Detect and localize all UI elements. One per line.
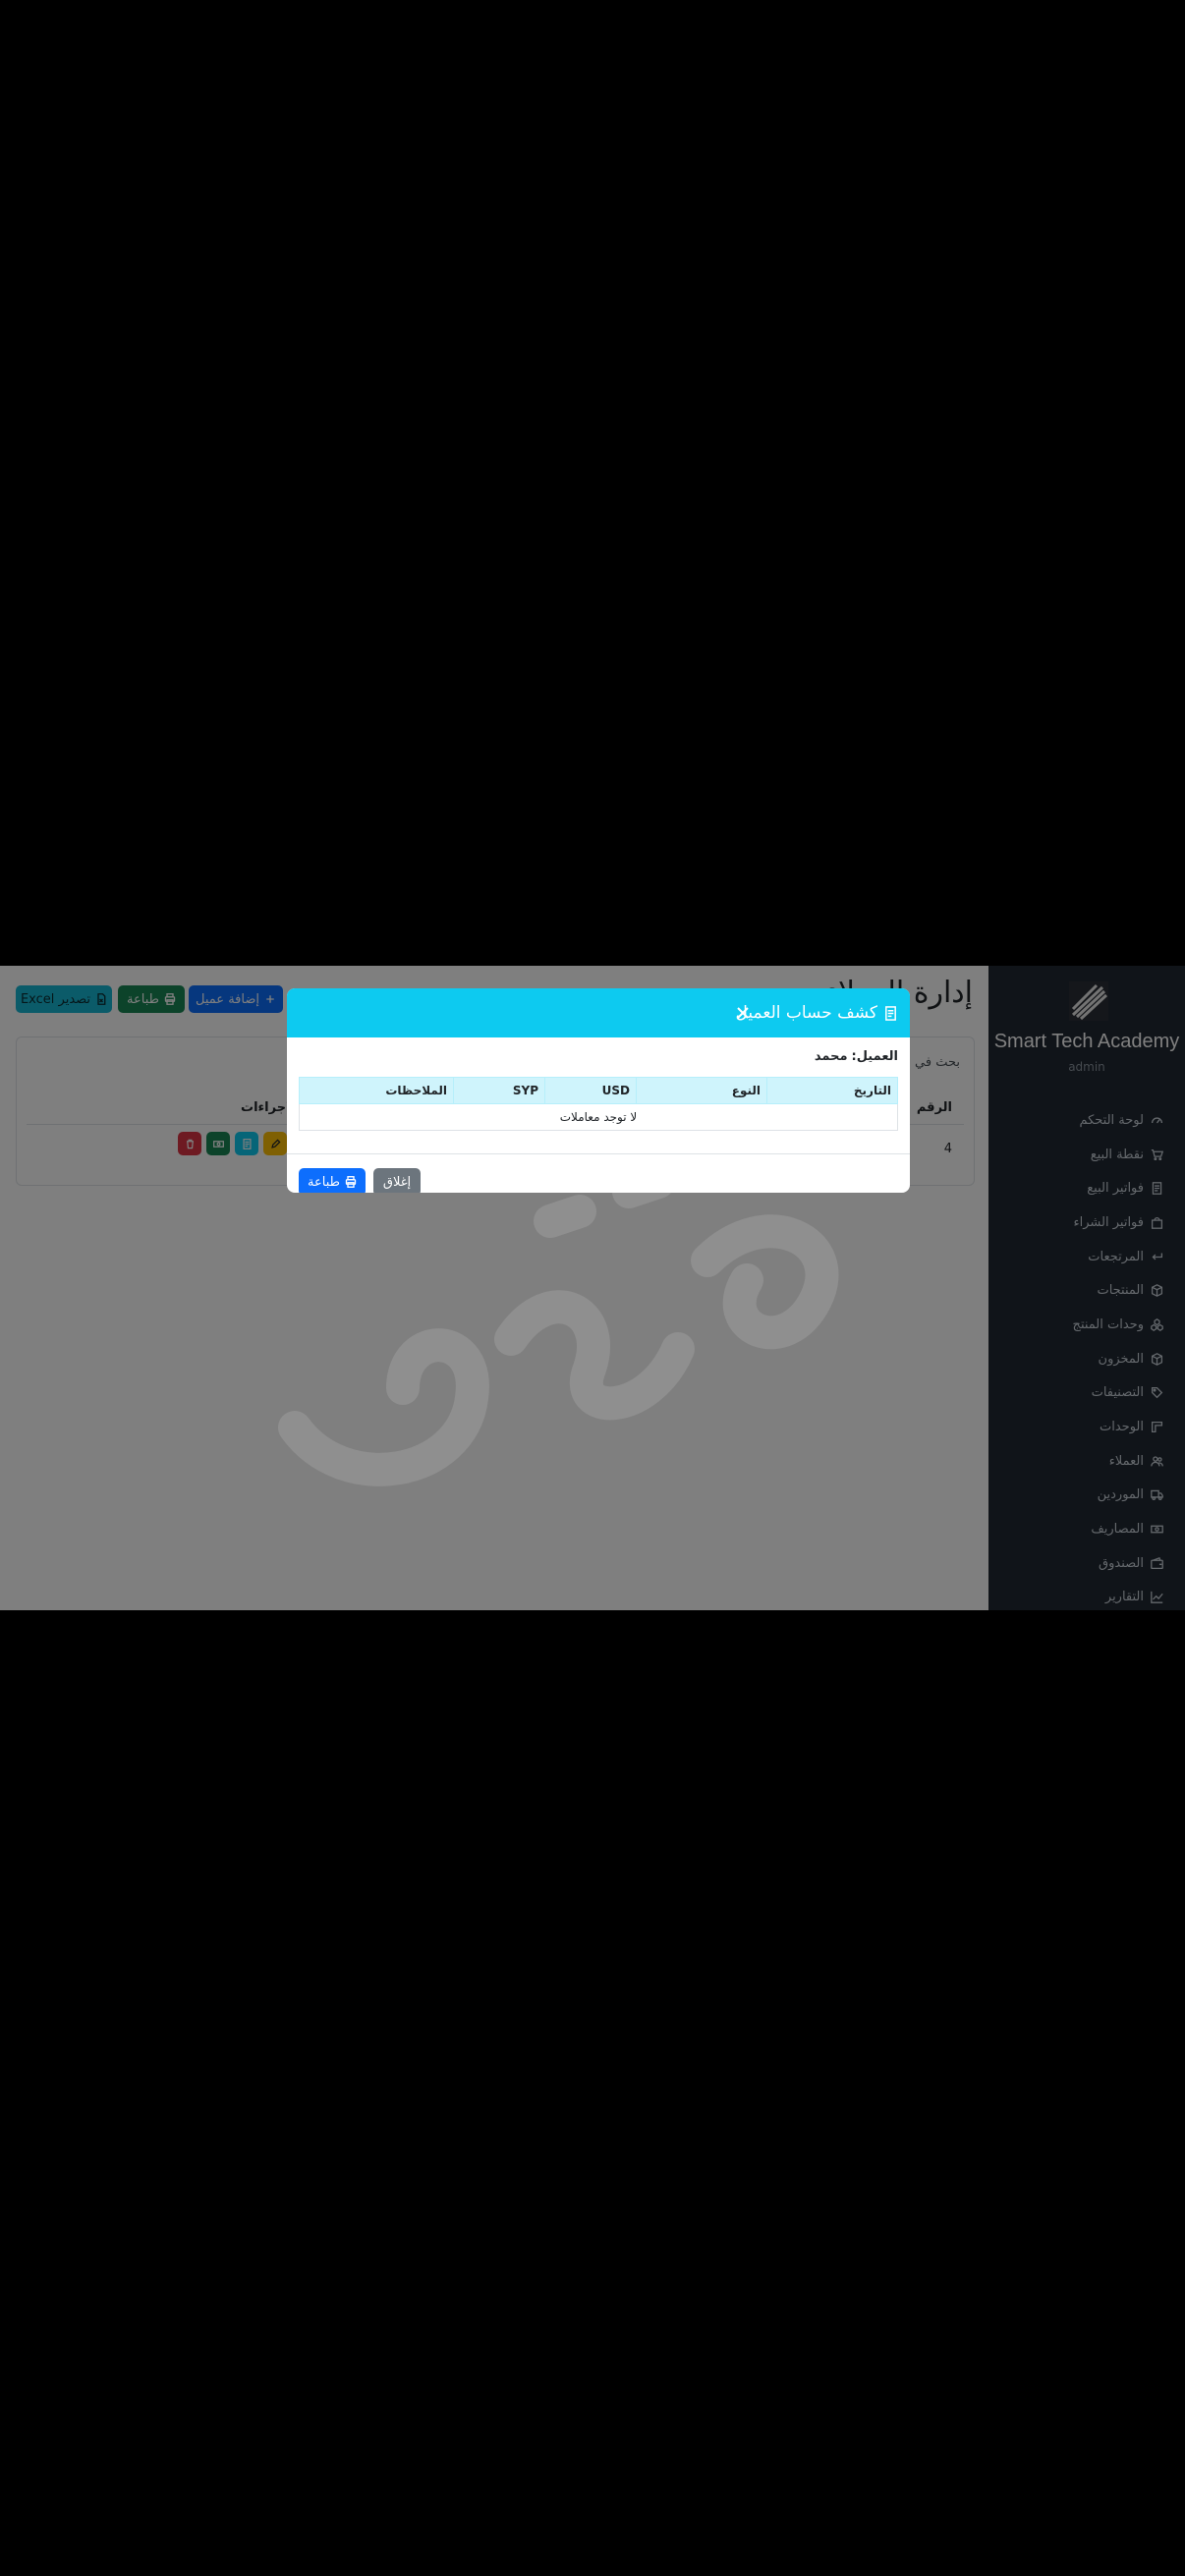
close-button[interactable]: إغلاق [373, 1168, 421, 1193]
modal-footer-divider [287, 1153, 910, 1154]
table-header-row: التاريخ النوع USD SYP الملاحظات [299, 1077, 898, 1104]
column-header-notes: الملاحظات [299, 1077, 454, 1104]
app-window: إدارة العملاء تصدير Excel طباعة إضافة عم… [0, 966, 1185, 1610]
modal-header: كشف حساب العميل [287, 988, 910, 1037]
empty-state: لا توجد معاملات [299, 1103, 898, 1131]
client-name: محمد [814, 1049, 848, 1064]
client-label: العميل: [851, 1049, 899, 1064]
printer-icon [345, 1176, 357, 1188]
column-header-type: النوع [636, 1077, 767, 1104]
modal-title: كشف حساب العميل [736, 988, 898, 1037]
close-button-label: إغلاق [382, 1174, 412, 1190]
close-icon[interactable] [733, 1003, 753, 1023]
statement-modal: كشف حساب العميل العميل: محمد التاريخ الن… [287, 988, 910, 1193]
table-row: لا توجد معاملات [299, 1103, 898, 1131]
receipt-icon [885, 1005, 896, 1021]
column-header-syp: SYP [453, 1077, 545, 1104]
column-header-date: التاريخ [766, 1077, 898, 1104]
statement-table: التاريخ النوع USD SYP الملاحظات لا توجد … [299, 1077, 898, 1131]
print-statement-label: طباعة [308, 1174, 340, 1190]
client-info: العميل: محمد [815, 1049, 898, 1064]
print-statement-button[interactable]: طباعة [299, 1168, 366, 1193]
modal-title-text: كشف حساب العميل [735, 1003, 877, 1023]
column-header-usd: USD [544, 1077, 637, 1104]
